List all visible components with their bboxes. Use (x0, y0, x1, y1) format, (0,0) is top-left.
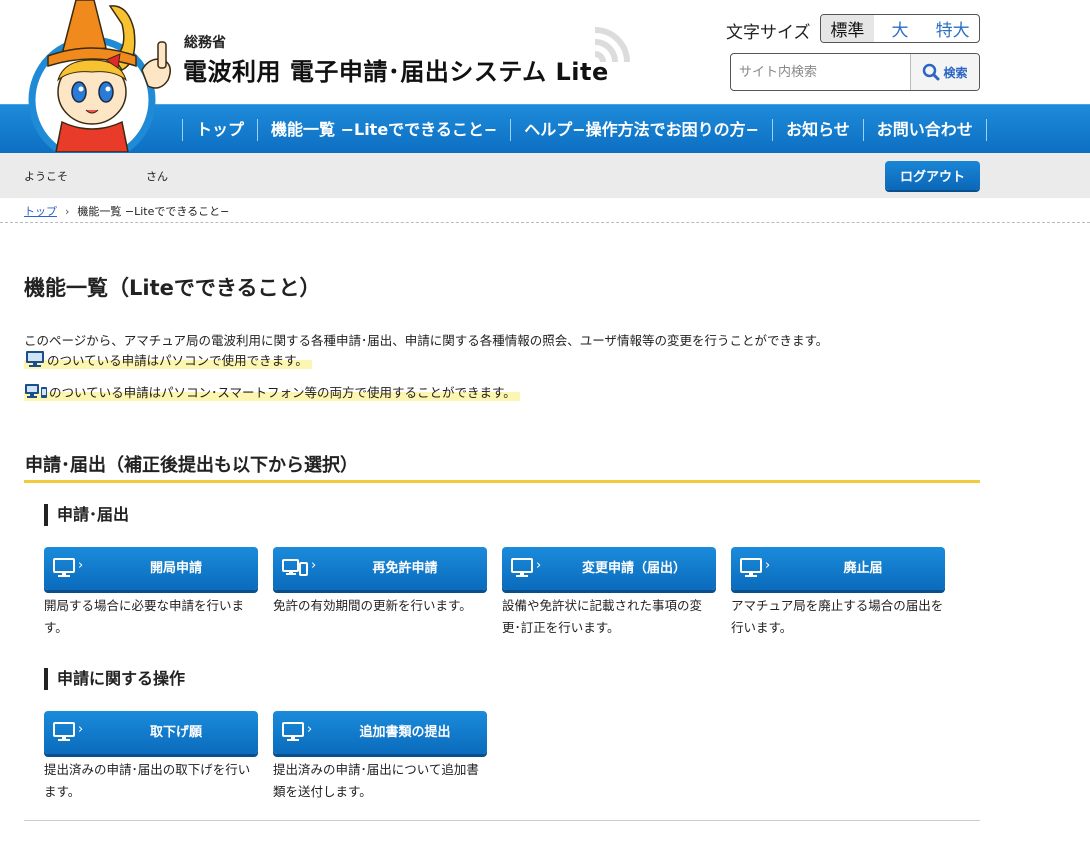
breadcrumb-divider (0, 222, 1090, 223)
breadcrumb-separator: › (65, 204, 70, 218)
intro-text: このページから、アマチュア局の電波利用に関する各種申請･届出、申請に関する各種情… (24, 333, 829, 348)
pc-icon (511, 558, 533, 577)
pc-icon (26, 351, 44, 367)
note-both: のついている申請はパソコン･スマートフォン等の両方で使用することができます。 (24, 381, 520, 401)
sub-heading-applications: 申請･届出 (44, 504, 129, 526)
function-description: アマチュア局を廃止する場合の届出を行います。 (731, 598, 944, 635)
nav-item-function-list[interactable]: 機能一覧 −Liteでできること− (257, 118, 510, 141)
function-label: 変更申請（届出） (581, 561, 686, 576)
search-button-label: 検索 (943, 65, 968, 80)
nav-item-help[interactable]: ヘルプ−操作方法でお困りの方− (510, 118, 772, 141)
chevron-right-icon: › (536, 558, 542, 573)
pc-smartphone-icon (282, 559, 308, 576)
function-label: 再免許申請 (372, 561, 438, 576)
page-title: 機能一覧（Liteでできること） (24, 276, 321, 300)
note-pc: のついている申請はパソコンで使用できます。 (24, 349, 312, 369)
welcome-suffix: さん (146, 170, 168, 183)
function-abolish: › 廃止届 アマチュア局を廃止する場合の届出を行います。 (731, 547, 945, 639)
breadcrumb-home-link[interactable]: トップ (24, 203, 57, 219)
welcome-greeting: ようこそ (24, 170, 68, 183)
pc-icon (53, 558, 75, 577)
breadcrumb-current: 機能一覧 −Liteでできること− (77, 205, 230, 218)
sub-heading-operations: 申請に関する操作 (44, 668, 185, 690)
logout-button[interactable]: ログアウト (885, 161, 980, 190)
pc-icon (740, 558, 762, 577)
chevron-right-icon: › (78, 722, 84, 737)
pc-icon (282, 722, 304, 741)
font-size-label: 文字サイズ (726, 23, 811, 43)
welcome-bar: ようこそ さん ログアウト (0, 153, 1090, 198)
function-withdraw: › 取下げ願 提出済みの申請･届出の取下げを行います。 (44, 711, 258, 803)
nav-item-news[interactable]: お知らせ (772, 118, 863, 141)
function-label: 開局申請 (149, 561, 202, 576)
function-label: 廃止届 (843, 561, 883, 576)
font-size-standard[interactable]: 標準 (821, 15, 874, 42)
nav-item-contact[interactable]: お問い合わせ (862, 118, 987, 141)
site-header: 総務省 電波利用 電子申請･届出システム Lite 文字サイズ 標準 大 特大 … (0, 0, 1090, 152)
chevron-right-icon: › (307, 722, 313, 737)
note-both-text: のついている申請はパソコン･スマートフォン等の両方で使用することができます。 (49, 384, 516, 400)
font-size-extra-large[interactable]: 特大 (926, 15, 979, 42)
content-divider (24, 820, 980, 821)
search-input[interactable] (731, 54, 911, 90)
ministry-name: 総務省 (184, 35, 226, 51)
abolish-notice-button[interactable]: › 廃止届 (731, 547, 945, 590)
function-label: 取下げ願 (149, 725, 202, 740)
function-description: 免許の有効期間の更新を行います。 (273, 598, 472, 613)
note-pc-text: のついている申請はパソコンで使用できます。 (47, 352, 308, 368)
signal-wave-icon (594, 27, 630, 63)
chevron-right-icon: › (765, 558, 771, 573)
function-description: 提出済みの申請･届出について追加書類を送付します。 (273, 762, 479, 799)
pc-smartphone-icon (25, 384, 47, 398)
change-application-button[interactable]: › 変更申請（届出） (502, 547, 716, 590)
relicense-button[interactable]: › 再免許申請 (273, 547, 487, 590)
function-label: 追加書類の提出 (359, 725, 451, 740)
font-size-selector: 標準 大 特大 (820, 14, 980, 43)
function-description: 設備や免許状に記載された事項の変更･訂正を行います。 (502, 598, 703, 635)
function-relicense: › 再免許申請 免許の有効期間の更新を行います。 (273, 547, 487, 617)
chevron-right-icon: › (78, 558, 84, 573)
breadcrumb: トップ › 機能一覧 −Liteでできること− (24, 203, 229, 219)
font-size-large[interactable]: 大 (874, 15, 927, 42)
function-additional-docs: › 追加書類の提出 提出済みの申請･届出について追加書類を送付します。 (273, 711, 487, 803)
withdraw-button[interactable]: › 取下げ願 (44, 711, 258, 754)
search-button[interactable]: 検索 (910, 54, 979, 90)
system-title[interactable]: 電波利用 電子申請･届出システム Lite (183, 52, 609, 87)
open-station-button[interactable]: › 開局申請 (44, 547, 258, 590)
function-change: › 変更申請（届出） 設備や免許状に記載された事項の変更･訂正を行います。 (502, 547, 716, 639)
site-search: 検索 (730, 53, 980, 91)
pc-icon (53, 722, 75, 741)
chevron-right-icon: › (311, 558, 317, 573)
function-open-station: › 開局申請 開局する場合に必要な申請を行います。 (44, 547, 258, 639)
function-description: 開局する場合に必要な申請を行います。 (44, 598, 245, 635)
mascot-logo[interactable] (18, 0, 183, 152)
function-description: 提出済みの申請･届出の取下げを行います。 (44, 762, 251, 799)
nav-item-top[interactable]: トップ (182, 118, 257, 141)
search-icon (923, 63, 940, 81)
section-heading-applications: 申請･届出（補正後提出も以下から選択） (24, 451, 980, 483)
additional-docs-button[interactable]: › 追加書類の提出 (273, 711, 487, 754)
